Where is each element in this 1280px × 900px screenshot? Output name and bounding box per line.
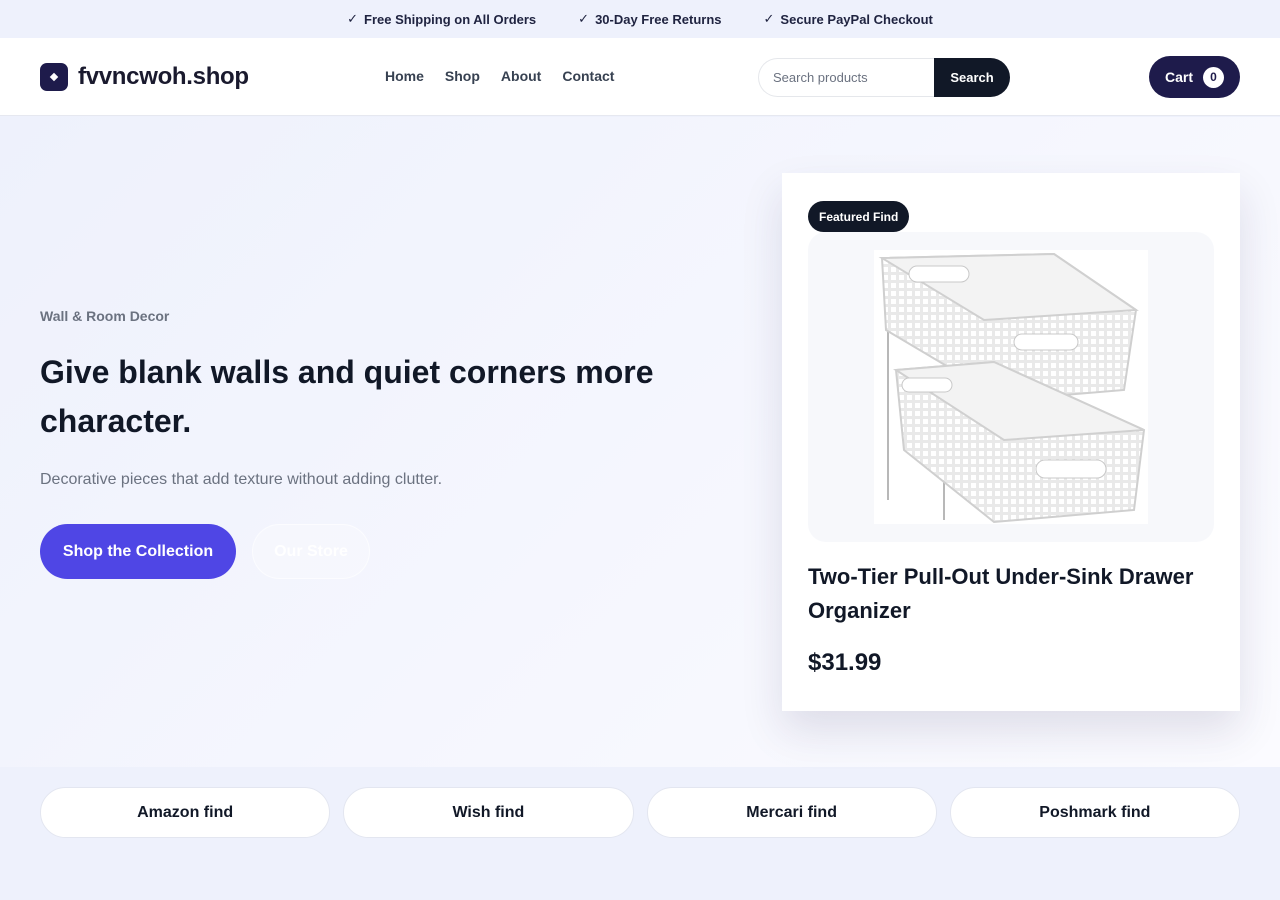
- site-header: fvvncwoh.shop Home Shop About Contact Se…: [0, 38, 1280, 116]
- nav-contact[interactable]: Contact: [562, 68, 614, 84]
- announcement-bar: ✓ Free Shipping on All Orders ✓ 30-Day F…: [0, 0, 1280, 38]
- check-icon: ✓: [763, 11, 775, 26]
- hero-section: Wall & Room Decor Give blank walls and q…: [0, 117, 1280, 767]
- cart-count-badge: 0: [1203, 66, 1225, 88]
- perk-returns: ✓ 30-Day Free Returns: [578, 11, 721, 27]
- perk-checkout: ✓ Secure PayPal Checkout: [764, 11, 933, 27]
- perk-label: Secure PayPal Checkout: [780, 11, 933, 27]
- hero-subline: Decorative pieces that add texture witho…: [40, 471, 443, 488]
- marketplace-links: Amazon find Wish find Mercari find Poshm…: [40, 787, 1240, 838]
- product-price: $31.99: [808, 649, 882, 676]
- logo-icon: [40, 63, 68, 91]
- perk-shipping: ✓ Free Shipping on All Orders: [347, 11, 536, 27]
- featured-badge: Featured Find: [808, 201, 910, 232]
- nav-about[interactable]: About: [501, 68, 541, 84]
- cart-label: Cart: [1165, 69, 1194, 85]
- perk-label: Free Shipping on All Orders: [364, 11, 537, 27]
- product-title[interactable]: Two-Tier Pull-Out Under-Sink Drawer Orga…: [808, 560, 1218, 628]
- shop-collection-button[interactable]: Shop the Collection: [40, 524, 236, 579]
- marketplace-wish[interactable]: Wish find: [343, 787, 634, 838]
- marketplace-mercari[interactable]: Mercari find: [646, 787, 937, 838]
- marketplace-poshmark[interactable]: Poshmark find: [949, 787, 1240, 838]
- product-image[interactable]: [874, 250, 1148, 524]
- our-store-button[interactable]: Our Store: [252, 524, 370, 579]
- hero-eyebrow: Wall & Room Decor: [40, 308, 170, 324]
- nav-shop[interactable]: Shop: [445, 68, 480, 84]
- search-form: Search: [758, 58, 1010, 97]
- product-image-well: [808, 232, 1214, 542]
- search-input[interactable]: [758, 58, 934, 97]
- featured-product-card[interactable]: Featured Find Two-Tier Pull-Out Under-Si…: [782, 173, 1240, 711]
- check-icon: ✓: [578, 11, 590, 26]
- perk-label: 30-Day Free Returns: [595, 11, 722, 27]
- hero-headline: Give blank walls and quiet corners more …: [40, 354, 654, 439]
- logo-text: fvvncwoh.shop: [78, 63, 249, 90]
- cart-button[interactable]: Cart 0: [1149, 56, 1240, 98]
- main-nav: Home Shop About Contact: [385, 68, 614, 84]
- nav-home[interactable]: Home: [385, 68, 424, 84]
- search-button[interactable]: Search: [934, 58, 1010, 97]
- logo[interactable]: fvvncwoh.shop: [40, 63, 249, 91]
- marketplace-amazon[interactable]: Amazon find: [40, 787, 331, 838]
- drawer-organizer-icon: [878, 252, 1146, 524]
- check-icon: ✓: [347, 11, 358, 26]
